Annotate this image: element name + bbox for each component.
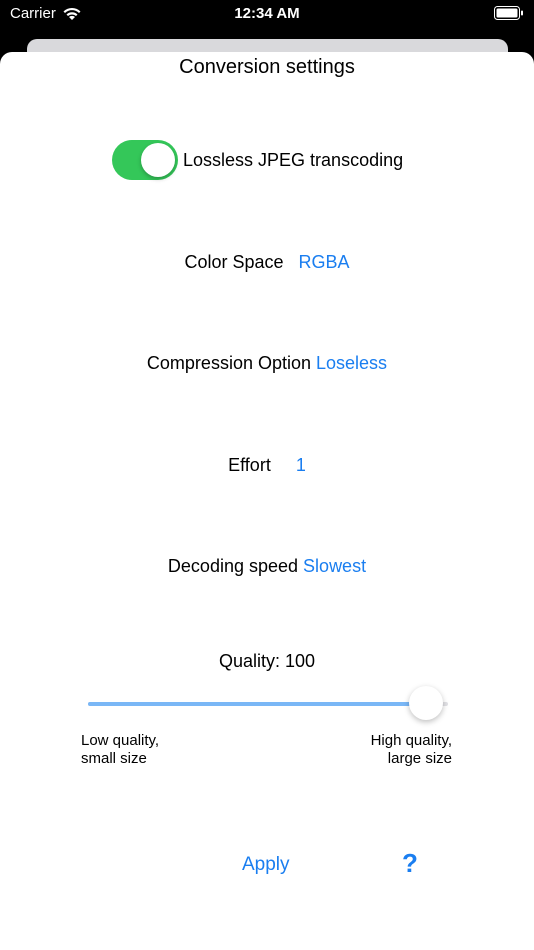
- effort-picker[interactable]: 1: [296, 455, 306, 475]
- quality-slider-thumb[interactable]: [409, 686, 444, 720]
- color-space-row: Color Space RGBA: [0, 252, 534, 273]
- high-quality-line1: High quality,: [370, 732, 452, 749]
- apply-button[interactable]: Apply: [242, 854, 290, 876]
- toggle-knob: [141, 143, 175, 177]
- quality-label: Quality: 100: [218, 651, 316, 671]
- low-quality-caption: Low quality, small size: [81, 732, 159, 768]
- low-quality-line2: small size: [81, 750, 147, 767]
- lossless-toggle-label: Lossless JPEG transcoding: [183, 149, 404, 170]
- clock: 12:34 AM: [234, 5, 300, 22]
- compression-row: Compression Option Loseless: [0, 353, 534, 374]
- effort-label: Effort: [228, 455, 271, 475]
- decoding-speed-row: Decoding speed Slowest: [0, 556, 534, 577]
- color-space-label: Color Space: [184, 252, 284, 272]
- status-bar: Carrier 12:34 AM: [0, 0, 534, 30]
- high-quality-caption: High quality, large size: [371, 732, 452, 768]
- effort-row: Effort 1: [0, 455, 534, 476]
- low-quality-line1: Low quality,: [81, 732, 160, 749]
- decoding-speed-label: Decoding speed: [167, 556, 299, 576]
- battery-icon: [494, 6, 524, 24]
- settings-sheet: Conversion settings Lossless JPEG transc…: [0, 52, 534, 950]
- compression-label: Compression Option: [146, 353, 311, 373]
- color-space-picker[interactable]: RGBA: [299, 252, 350, 272]
- lossless-toggle[interactable]: [112, 140, 178, 180]
- quality-slider-track[interactable]: [88, 702, 448, 706]
- lossless-toggle-row: Lossless JPEG transcoding: [112, 140, 403, 180]
- compression-picker[interactable]: Loseless: [316, 353, 387, 373]
- help-button[interactable]: ?: [402, 848, 418, 879]
- high-quality-line2: large size: [387, 750, 452, 767]
- decoding-speed-picker[interactable]: Slowest: [303, 556, 366, 576]
- sheet-title: Conversion settings: [179, 56, 355, 78]
- quality-slider-fill: [88, 702, 427, 706]
